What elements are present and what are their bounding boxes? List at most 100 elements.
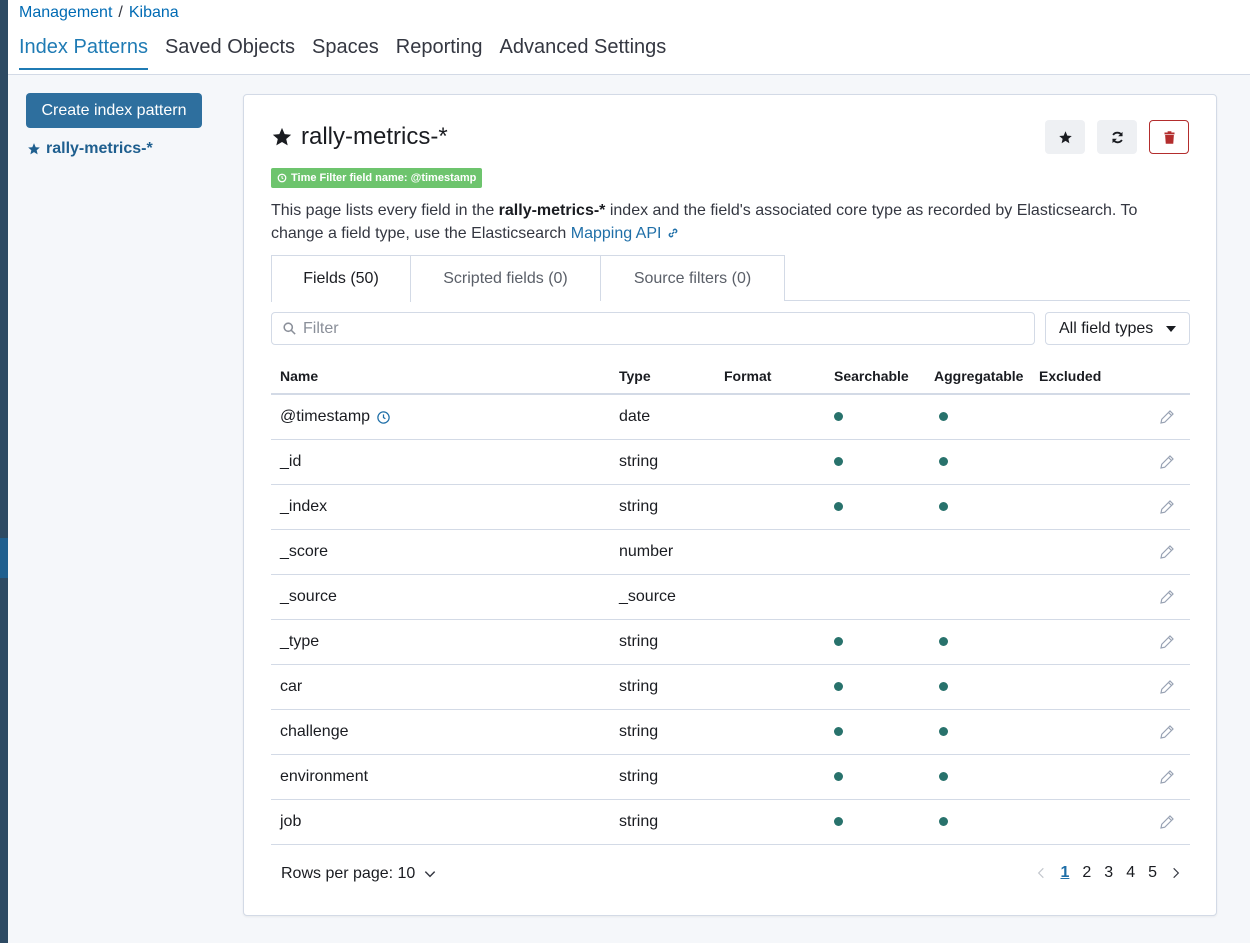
breadcrumb-kibana: Kibana: [128, 4, 179, 21]
cell-aggregatable: [934, 723, 1039, 741]
cell-actions: [1139, 453, 1190, 471]
aggregatable-dot: [939, 637, 948, 646]
table-row: environment string: [271, 755, 1190, 800]
cell-searchable: [829, 678, 934, 696]
cell-type: string: [619, 453, 659, 470]
cell-name: job: [271, 813, 619, 831]
tab-source-filters[interactable]: Source filters (0): [600, 255, 785, 301]
field-name: challenge: [280, 723, 349, 740]
top-header: Management / Kibana Index Patterns Saved…: [8, 0, 1250, 75]
cell-actions: [1139, 588, 1190, 606]
page-2[interactable]: 2: [1082, 864, 1091, 882]
field-name: _id: [280, 453, 302, 470]
cell-searchable: [829, 723, 934, 741]
pencil-icon[interactable]: [1158, 813, 1176, 831]
table-row: _score number: [271, 530, 1190, 575]
searchable-dot: [834, 457, 843, 466]
pencil-icon[interactable]: [1158, 453, 1176, 471]
delete-pattern-button[interactable]: [1149, 120, 1189, 154]
pencil-icon[interactable]: [1158, 498, 1176, 516]
set-default-button[interactable]: [1045, 120, 1085, 154]
column-header-name[interactable]: Name: [271, 368, 619, 384]
page-title: rally-metrics-*: [301, 123, 448, 150]
pencil-icon[interactable]: [1158, 633, 1176, 651]
field-name: _source: [280, 588, 337, 605]
column-header-type[interactable]: Type: [619, 368, 724, 384]
index-pattern-sidebar: Create index pattern rally-metrics-*: [26, 93, 216, 158]
page-title-row: rally-metrics-*: [271, 123, 448, 151]
pencil-icon[interactable]: [1158, 723, 1176, 741]
cell-name: challenge: [271, 723, 619, 741]
pencil-icon[interactable]: [1158, 543, 1176, 561]
table-row: _id string: [271, 440, 1190, 485]
column-header-excluded[interactable]: Excluded: [1039, 368, 1139, 384]
cell-aggregatable: [934, 453, 1039, 471]
left-edge-bar: [0, 0, 8, 943]
searchable-dot: [834, 412, 843, 421]
table-footer: Rows per page: 10 1 2 3 4 5: [271, 859, 1190, 889]
clock-icon: [277, 173, 287, 183]
refresh-fields-button[interactable]: [1097, 120, 1137, 154]
searchable-dot: [834, 727, 843, 736]
column-header-searchable[interactable]: Searchable: [829, 368, 934, 384]
cell-name: _source: [271, 588, 619, 606]
pencil-icon[interactable]: [1158, 678, 1176, 696]
star-icon: [272, 127, 292, 146]
page-1[interactable]: 1: [1060, 864, 1069, 882]
tab-index-patterns[interactable]: Index Patterns: [19, 36, 148, 70]
aggregatable-dot: [939, 682, 948, 691]
index-pattern-panel: rally-metrics-* Time Filter field name: …: [243, 94, 1217, 916]
chevron-left-icon[interactable]: [1035, 866, 1047, 880]
table-row: _index string: [271, 485, 1190, 530]
tab-fields[interactable]: Fields (50): [271, 255, 411, 302]
cell-actions: [1139, 678, 1190, 696]
create-index-pattern-button[interactable]: Create index pattern: [26, 93, 202, 128]
searchable-dot: [834, 637, 843, 646]
sidebar-item-rally-metrics[interactable]: rally-metrics-*: [26, 140, 216, 158]
management-tabs: Index Patterns Saved Objects Spaces Repo…: [19, 36, 666, 70]
cell-type: string: [619, 768, 659, 785]
table-row: job string: [271, 800, 1190, 845]
field-name: _index: [280, 498, 328, 515]
tab-reporting[interactable]: Reporting: [396, 36, 483, 70]
page-4[interactable]: 4: [1126, 864, 1135, 882]
filter-field[interactable]: [271, 312, 1035, 345]
tab-saved-objects[interactable]: Saved Objects: [165, 36, 295, 70]
mapping-api-link[interactable]: Mapping API: [571, 225, 680, 242]
column-header-aggregatable[interactable]: Aggregatable: [934, 368, 1039, 384]
cell-aggregatable: [934, 768, 1039, 786]
cell-aggregatable: [934, 678, 1039, 696]
page-5[interactable]: 5: [1148, 864, 1157, 882]
table-body: @timestamp date _id string _index string _scor…: [271, 395, 1190, 845]
tab-spaces[interactable]: Spaces: [312, 36, 379, 70]
filter-input[interactable]: [303, 319, 1003, 338]
field-type-select[interactable]: All field types: [1045, 312, 1190, 345]
tab-scripted-fields[interactable]: Scripted fields (0): [410, 255, 601, 301]
chevron-down-icon: [425, 871, 436, 878]
breadcrumb-separator: /: [118, 4, 123, 21]
rows-per-page-select[interactable]: Rows per page: 10: [281, 865, 437, 883]
field-type-select-value: All field types: [1059, 319, 1154, 337]
refresh-icon: [1111, 131, 1123, 143]
aggregatable-dot: [939, 502, 948, 511]
cell-actions: [1139, 723, 1190, 741]
table-row: _source _source: [271, 575, 1190, 620]
pencil-icon[interactable]: [1158, 588, 1176, 606]
star-icon: [1058, 130, 1072, 143]
chevron-right-icon[interactable]: [1170, 866, 1182, 880]
cell-actions: [1139, 498, 1190, 516]
pencil-icon[interactable]: [1158, 768, 1176, 786]
cell-name: @timestamp: [271, 408, 619, 426]
page-3[interactable]: 3: [1104, 864, 1113, 882]
column-header-format[interactable]: Format: [724, 368, 829, 384]
searchable-dot: [834, 502, 843, 511]
breadcrumb-management[interactable]: Management: [19, 4, 112, 22]
cell-type: date: [619, 408, 651, 425]
cell-aggregatable: [934, 633, 1039, 651]
time-filter-badge-label: Time Filter field name: @timestamp: [291, 172, 477, 184]
left-edge-marker: [0, 538, 8, 578]
pencil-icon[interactable]: [1158, 408, 1176, 426]
tab-advanced-settings[interactable]: Advanced Settings: [499, 36, 666, 70]
cell-type: string: [619, 813, 659, 830]
cell-searchable: [829, 408, 934, 426]
